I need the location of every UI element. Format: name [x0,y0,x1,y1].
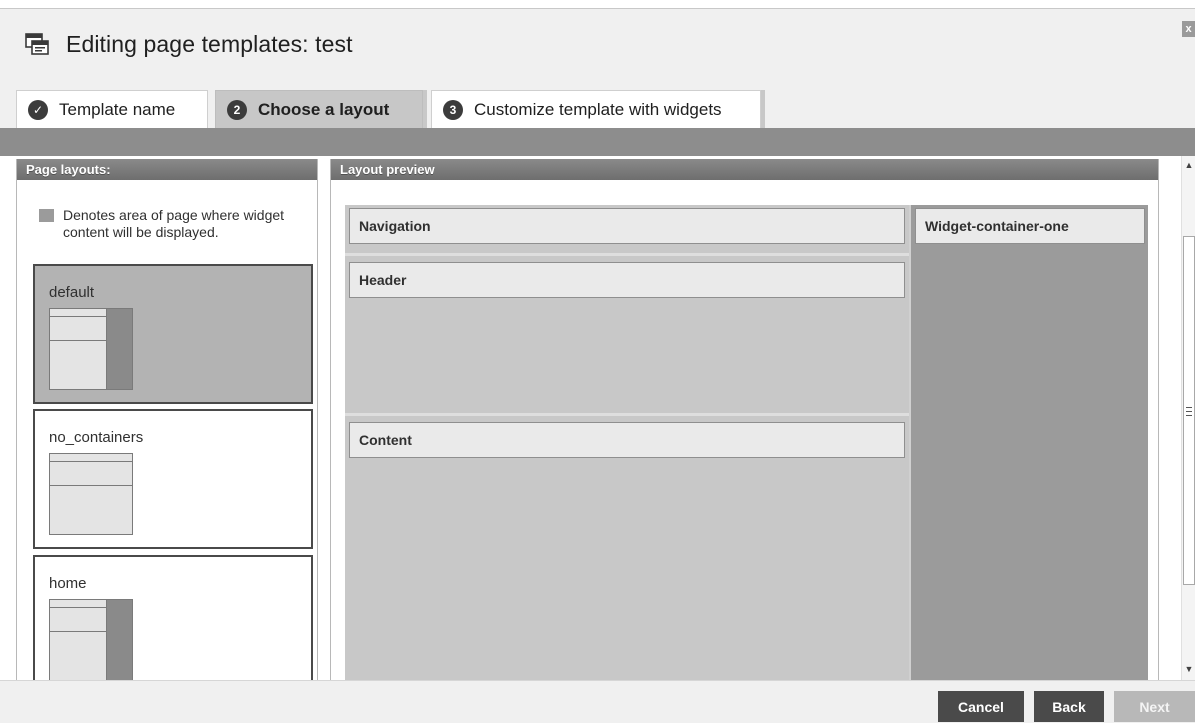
tab-divider [423,90,427,128]
thumbnail-widget-area [107,308,133,390]
tab-template-name[interactable]: ✓ Template name [16,90,208,128]
dialog-title: Editing page templates: test [66,31,353,57]
thumbnail-main-area [49,308,107,390]
tab-label: Template name [59,99,176,119]
thumbnail-nav [50,454,132,462]
layout-option-home[interactable]: home [33,555,313,680]
step-number-badge: 2 [227,99,247,120]
thumbnail-header [50,317,106,341]
legend-text: Denotes area of page where widget conten… [63,207,285,240]
layout-option-no-containers[interactable]: no_containers [33,409,313,549]
layout-thumbnail [49,453,133,535]
thumbnail-main-area [49,453,133,535]
templates-icon [25,33,49,55]
page-layouts-panel: Page layouts: Denotes area of page where… [16,159,318,680]
layout-name: home [49,575,87,592]
tab-content-band [0,128,1195,156]
layout-thumbnail [49,308,133,390]
thumbnail-widget-area [107,599,133,680]
thumbnail-header [50,608,106,632]
thumbnail-nav [50,309,106,317]
page-template-editor-dialog: Editing page templates: test x ✓ Templat… [0,0,1195,723]
region-divider [345,253,909,256]
step-number-badge: 3 [443,99,463,120]
layout-thumbnail [49,599,133,680]
dialog-titlebar: Editing page templates: test x [0,8,1195,74]
tab-choose-layout[interactable]: 2 Choose a layout [215,90,423,128]
tab-customize-widgets[interactable]: 3 Customize template with widgets [431,90,761,128]
legend: Denotes area of page where widget conten… [39,207,309,241]
layout-name: no_containers [49,429,144,446]
thumbnail-header [50,462,132,486]
vertical-scrollbar[interactable]: ▲ ▼ [1181,156,1195,680]
scroll-down-icon[interactable]: ▼ [1182,662,1195,676]
tab-label: Choose a layout [258,99,390,119]
widget-container-one: Widget-container-one [915,208,1145,244]
widget-area-swatch [39,209,54,222]
layout-preview-panel: Layout preview Navigation Header Content… [330,159,1159,680]
checkmark-icon: ✓ [28,99,48,120]
tab-label: Customize template with widgets [474,99,722,119]
header-container: Header [349,262,905,298]
wizard-content: Page layouts: Denotes area of page where… [16,156,1181,680]
next-button[interactable]: Next [1114,691,1195,722]
layout-name: default [49,284,95,301]
navigation-container: Navigation [349,208,905,244]
back-button[interactable]: Back [1034,691,1104,722]
close-icon[interactable]: x [1182,21,1195,37]
scroll-up-icon[interactable]: ▲ [1182,158,1195,172]
scrollbar-thumb[interactable] [1183,236,1195,585]
layout-option-default[interactable]: default [33,264,313,404]
region-divider [345,413,909,416]
grip-icon [1186,407,1192,416]
dialog-footer: Cancel Back Next [0,680,1195,723]
cancel-button[interactable]: Cancel [938,691,1024,722]
content-container: Content [349,422,905,458]
layout-preview-canvas: Navigation Header Content Widget-contain… [345,205,1148,680]
layout-preview-header: Layout preview [331,159,1158,180]
sidebar-column [911,205,1148,680]
page-layouts-header: Page layouts: [17,159,317,180]
thumbnail-nav [50,600,106,608]
tab-divider [761,90,765,128]
thumbnail-main-area [49,599,107,680]
